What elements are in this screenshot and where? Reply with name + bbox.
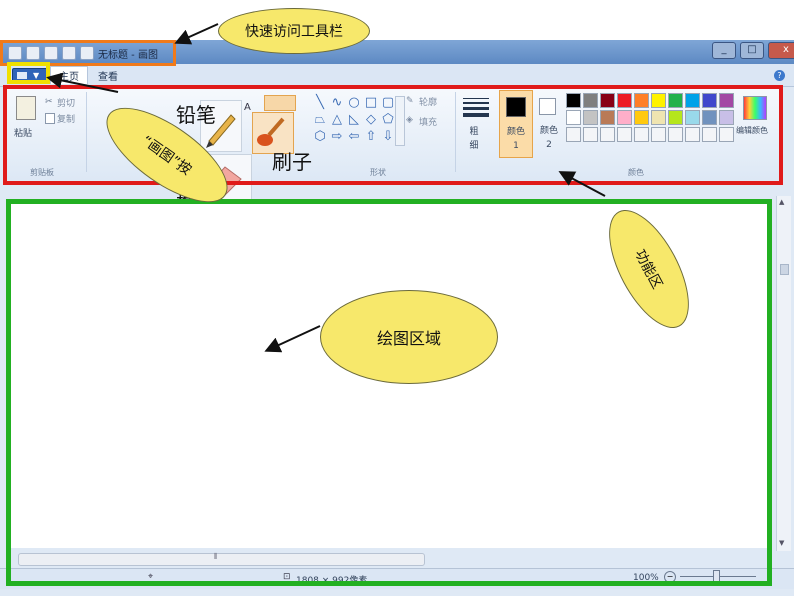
paint-button-arrow — [46, 72, 119, 93]
canvas-callout: 绘图区域 — [320, 290, 498, 384]
canvas-arrow — [264, 325, 321, 353]
ribbon-arrow — [558, 171, 606, 197]
quick-access-arrow — [174, 23, 219, 45]
quick-access-callout: 快速访问工具栏 — [218, 8, 370, 54]
